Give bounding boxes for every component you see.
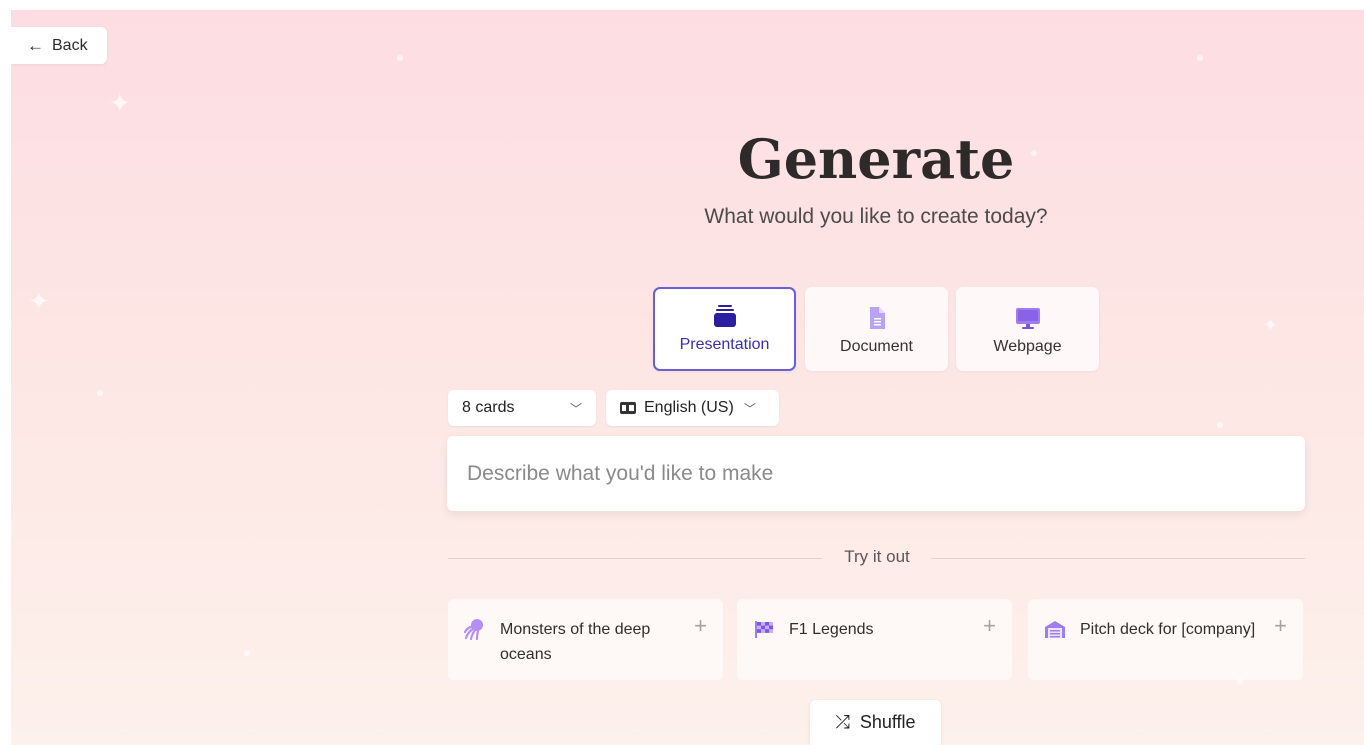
language-icon xyxy=(620,402,636,414)
shuffle-button[interactable]: ⤮ Shuffle xyxy=(810,700,941,745)
try-it-out-label: Try it out xyxy=(844,547,910,566)
prompt-input[interactable] xyxy=(447,436,1305,511)
checkered-flag-icon xyxy=(753,617,775,680)
suggestion-text: Pitch deck for [company] xyxy=(1080,621,1256,638)
building-icon xyxy=(1044,617,1066,680)
monitor-icon xyxy=(1015,308,1040,329)
type-card-presentation[interactable]: Presentation xyxy=(653,287,796,371)
shuffle-button-label: Shuffle xyxy=(859,712,916,732)
sparkle-dot xyxy=(397,55,403,61)
document-icon xyxy=(869,307,885,329)
cards-count-value: 8 cards xyxy=(462,399,515,416)
shuffle-icon: ⤮ xyxy=(835,712,850,732)
cards-count-select[interactable]: 8 cards ﹀ xyxy=(448,390,596,426)
chevron-down-icon: ﹀ xyxy=(569,401,582,416)
suggestion-card[interactable]: Pitch deck for [company] + xyxy=(1028,599,1303,680)
suggestion-card[interactable]: Monsters of the deep oceans + xyxy=(448,599,723,680)
sparkle-dot xyxy=(97,390,103,396)
language-value: English (US) xyxy=(644,399,734,416)
sparkle-icon: ✦ xyxy=(28,286,50,316)
plus-icon[interactable]: + xyxy=(983,613,996,639)
suggestion-card[interactable]: F1 Legends + xyxy=(737,599,1012,680)
divider-line-left xyxy=(448,558,822,559)
sparkle-dot xyxy=(1217,422,1223,428)
presentation-icon xyxy=(713,305,736,327)
language-select[interactable]: English (US) ﹀ xyxy=(606,390,779,426)
back-button-label: Back xyxy=(52,36,88,54)
page-title: Generate xyxy=(737,127,1015,191)
type-card-webpage[interactable]: Webpage xyxy=(956,287,1099,371)
type-card-document[interactable]: Document xyxy=(805,287,948,371)
arrow-left-icon: ← xyxy=(27,35,44,55)
divider-line-right xyxy=(931,558,1305,559)
app-background: ✦ ✦ ✦ ← Back Generate What would you lik… xyxy=(11,10,1364,745)
page-subtitle: What would you like to create today? xyxy=(704,205,1048,228)
sparkle-dot xyxy=(244,650,250,656)
type-card-label: Document xyxy=(840,338,913,355)
plus-icon[interactable]: + xyxy=(694,613,707,639)
sparkle-dot xyxy=(1197,55,1203,61)
plus-icon[interactable]: + xyxy=(1274,613,1287,639)
sparkle-icon: ✦ xyxy=(1263,315,1279,335)
type-card-label: Webpage xyxy=(993,338,1062,355)
octopus-icon xyxy=(463,617,486,680)
suggestion-text: Monsters of the deep oceans xyxy=(500,621,651,663)
sparkle-icon: ✦ xyxy=(109,88,131,118)
suggestion-text: F1 Legends xyxy=(789,621,874,638)
chevron-down-icon: ﹀ xyxy=(743,401,756,416)
back-button[interactable]: ← Back xyxy=(11,27,107,64)
type-card-label: Presentation xyxy=(679,336,770,353)
